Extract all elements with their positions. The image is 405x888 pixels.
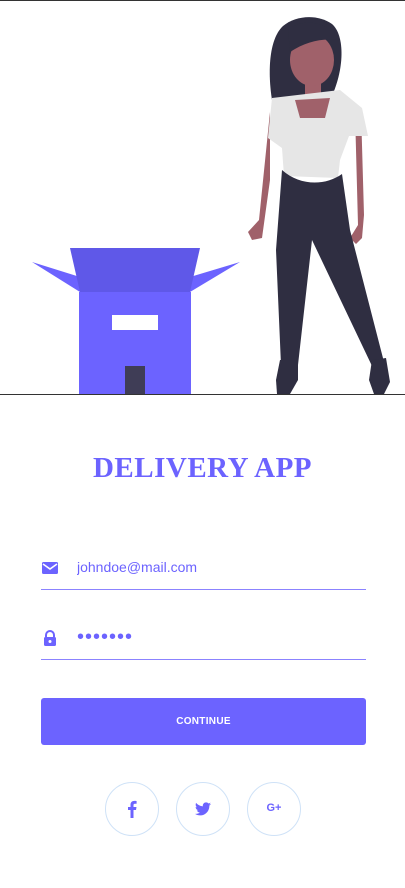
password-input[interactable]	[77, 624, 357, 650]
envelope-icon	[42, 562, 58, 574]
password-field[interactable]	[41, 616, 366, 660]
hero-illustration	[0, 0, 405, 395]
google-plus-login-button[interactable]: G+	[247, 782, 301, 836]
google-plus-icon: G+	[266, 802, 282, 814]
email-field[interactable]	[41, 546, 366, 590]
delivery-box-illustration	[32, 248, 240, 394]
twitter-icon	[195, 802, 211, 816]
facebook-login-button[interactable]	[105, 782, 159, 836]
email-input[interactable]	[77, 554, 357, 580]
continue-button[interactable]: CONTINUE	[41, 698, 366, 745]
lock-icon	[44, 630, 56, 646]
twitter-login-button[interactable]	[176, 782, 230, 836]
woman-illustration	[248, 17, 390, 394]
facebook-icon	[128, 800, 137, 818]
app-title: DELIVERY APP	[92, 452, 312, 484]
